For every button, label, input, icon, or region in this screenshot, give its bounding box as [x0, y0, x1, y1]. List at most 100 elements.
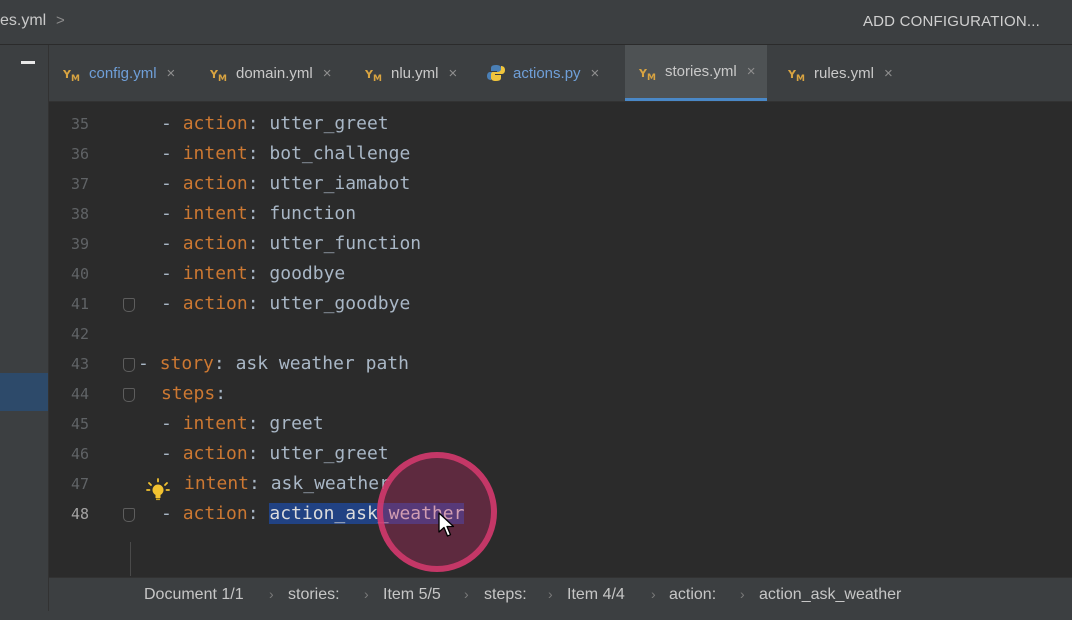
line-number: 38 [70, 205, 89, 223]
fold-marker-icon[interactable] [123, 508, 135, 522]
yaml-value: goodbye [269, 263, 346, 284]
yaml-file-icon: YM [210, 68, 227, 82]
breadcrumb-item[interactable]: action_ask_weather [759, 586, 901, 604]
dash: - [161, 413, 183, 434]
code-line[interactable]: steps: [161, 379, 226, 409]
colon: : [247, 443, 270, 464]
fold-marker-icon[interactable] [123, 388, 135, 402]
svg-text:M: M [218, 74, 227, 82]
yaml-key: intent [184, 473, 250, 494]
code-line[interactable]: intent: ask_weather [184, 469, 390, 499]
tab-label: domain.yml [236, 64, 313, 82]
tab-config-yml[interactable]: YM config.yml × [63, 45, 175, 101]
line-number: 36 [70, 145, 89, 163]
yaml-value: ask_weather [270, 473, 390, 494]
dash: - [161, 143, 183, 164]
colon: : [215, 383, 227, 404]
code-line[interactable]: - action: utter_greet [161, 109, 389, 139]
yaml-key: action [182, 173, 248, 194]
close-icon[interactable]: × [884, 65, 893, 82]
dash: - [161, 173, 183, 194]
structure-breadcrumb-bar: Document 1/1 › stories: › Item 5/5 › ste… [49, 577, 1072, 612]
line-number: 45 [70, 415, 89, 433]
tab-rules-yml[interactable]: YM rules.yml × [788, 45, 893, 101]
colon: : [247, 233, 270, 254]
breadcrumb-separator: › [548, 586, 553, 602]
line-number: 44 [70, 385, 89, 403]
tab-actions-py[interactable]: actions.py × [487, 45, 599, 101]
line-number: 41 [70, 295, 89, 313]
status-bar [0, 611, 1072, 620]
yaml-value: utter_iamabot [269, 173, 411, 194]
tab-nlu-yml[interactable]: YM nlu.yml × [365, 45, 457, 101]
code-line[interactable]: - action: utter_greet [161, 439, 389, 469]
yaml-value: greet [269, 413, 324, 434]
yaml-file-icon: YM [639, 67, 656, 81]
fold-marker-icon[interactable] [123, 358, 135, 372]
python-file-icon [487, 65, 505, 81]
indent-guide [130, 542, 131, 576]
dash: - [161, 293, 183, 314]
add-configuration-button[interactable]: ADD CONFIGURATION... [863, 13, 1040, 30]
yaml-file-icon: YM [788, 68, 805, 82]
code-line[interactable]: - intent: function [161, 199, 356, 229]
colon: : [247, 113, 270, 134]
breadcrumb-item[interactable]: stories: [288, 586, 340, 604]
dash: - [161, 113, 183, 134]
close-icon[interactable]: × [747, 63, 756, 80]
close-icon[interactable]: × [167, 65, 176, 82]
dash: - [161, 203, 183, 224]
lightbulb-icon[interactable] [146, 478, 170, 502]
breadcrumb-item[interactable]: Item 5/5 [383, 586, 441, 604]
yaml-key: intent [182, 263, 248, 284]
code-line[interactable]: - intent: bot_challenge [161, 139, 410, 169]
colon: : [247, 503, 270, 524]
code-line[interactable]: - action: utter_goodbye [161, 289, 410, 319]
dash: - [161, 443, 183, 464]
mouse-pointer-icon [438, 512, 455, 537]
code-line[interactable]: - intent: greet [161, 409, 324, 439]
code-line[interactable]: - action: utter_iamabot [161, 169, 410, 199]
svg-text:M: M [71, 74, 80, 82]
breadcrumb-item[interactable]: steps: [484, 586, 527, 604]
yaml-value: utter_greet [269, 113, 389, 134]
breadcrumb-separator: › [364, 586, 369, 602]
chevron-right-icon: > [56, 12, 65, 29]
close-icon[interactable]: × [323, 65, 332, 82]
navigation-breadcrumb-file[interactable]: es.yml [0, 12, 46, 30]
dash: - [161, 503, 183, 524]
yaml-file-icon: YM [63, 68, 80, 82]
editor-tab-bar: YM config.yml × YM domain.yml × YM nlu.y… [49, 45, 1072, 102]
breadcrumb-separator: › [740, 586, 745, 602]
breadcrumb-item[interactable]: action: [669, 586, 716, 604]
breadcrumb-separator: › [651, 586, 656, 602]
breadcrumb-item[interactable]: Item 4/4 [567, 586, 625, 604]
colon: : [249, 473, 271, 494]
colon: : [213, 353, 236, 374]
code-line[interactable]: - story: ask weather path [138, 349, 409, 379]
click-highlight-ring [377, 452, 497, 572]
tab-stories-yml[interactable]: YM stories.yml × [625, 45, 768, 101]
fold-marker-icon[interactable] [123, 298, 135, 312]
code-editor[interactable]: 35 36 37 38 39 40 41 42 43 44 45 46 47 4… [49, 102, 1072, 576]
code-line[interactable]: - action: utter_function [161, 229, 421, 259]
tab-domain-yml[interactable]: YM domain.yml × [210, 45, 331, 101]
project-selected-row[interactable] [0, 373, 48, 411]
tab-label: nlu.yml [391, 64, 439, 82]
line-number: 42 [70, 325, 89, 343]
line-number: 35 [70, 115, 89, 133]
svg-text:M: M [796, 74, 805, 82]
close-icon[interactable]: × [449, 65, 458, 82]
tab-label: actions.py [513, 64, 581, 82]
collapse-icon[interactable] [21, 61, 35, 64]
breadcrumb-item[interactable]: Document 1/1 [144, 586, 244, 604]
close-icon[interactable]: × [591, 65, 600, 82]
breadcrumb-separator: › [464, 586, 469, 602]
dash: - [138, 353, 160, 374]
dash: - [161, 233, 183, 254]
yaml-value: utter_goodbye [269, 293, 411, 314]
code-line[interactable]: - intent: goodbye [161, 259, 345, 289]
dash: - [161, 263, 183, 284]
colon: : [247, 203, 270, 224]
line-number: 46 [70, 445, 89, 463]
